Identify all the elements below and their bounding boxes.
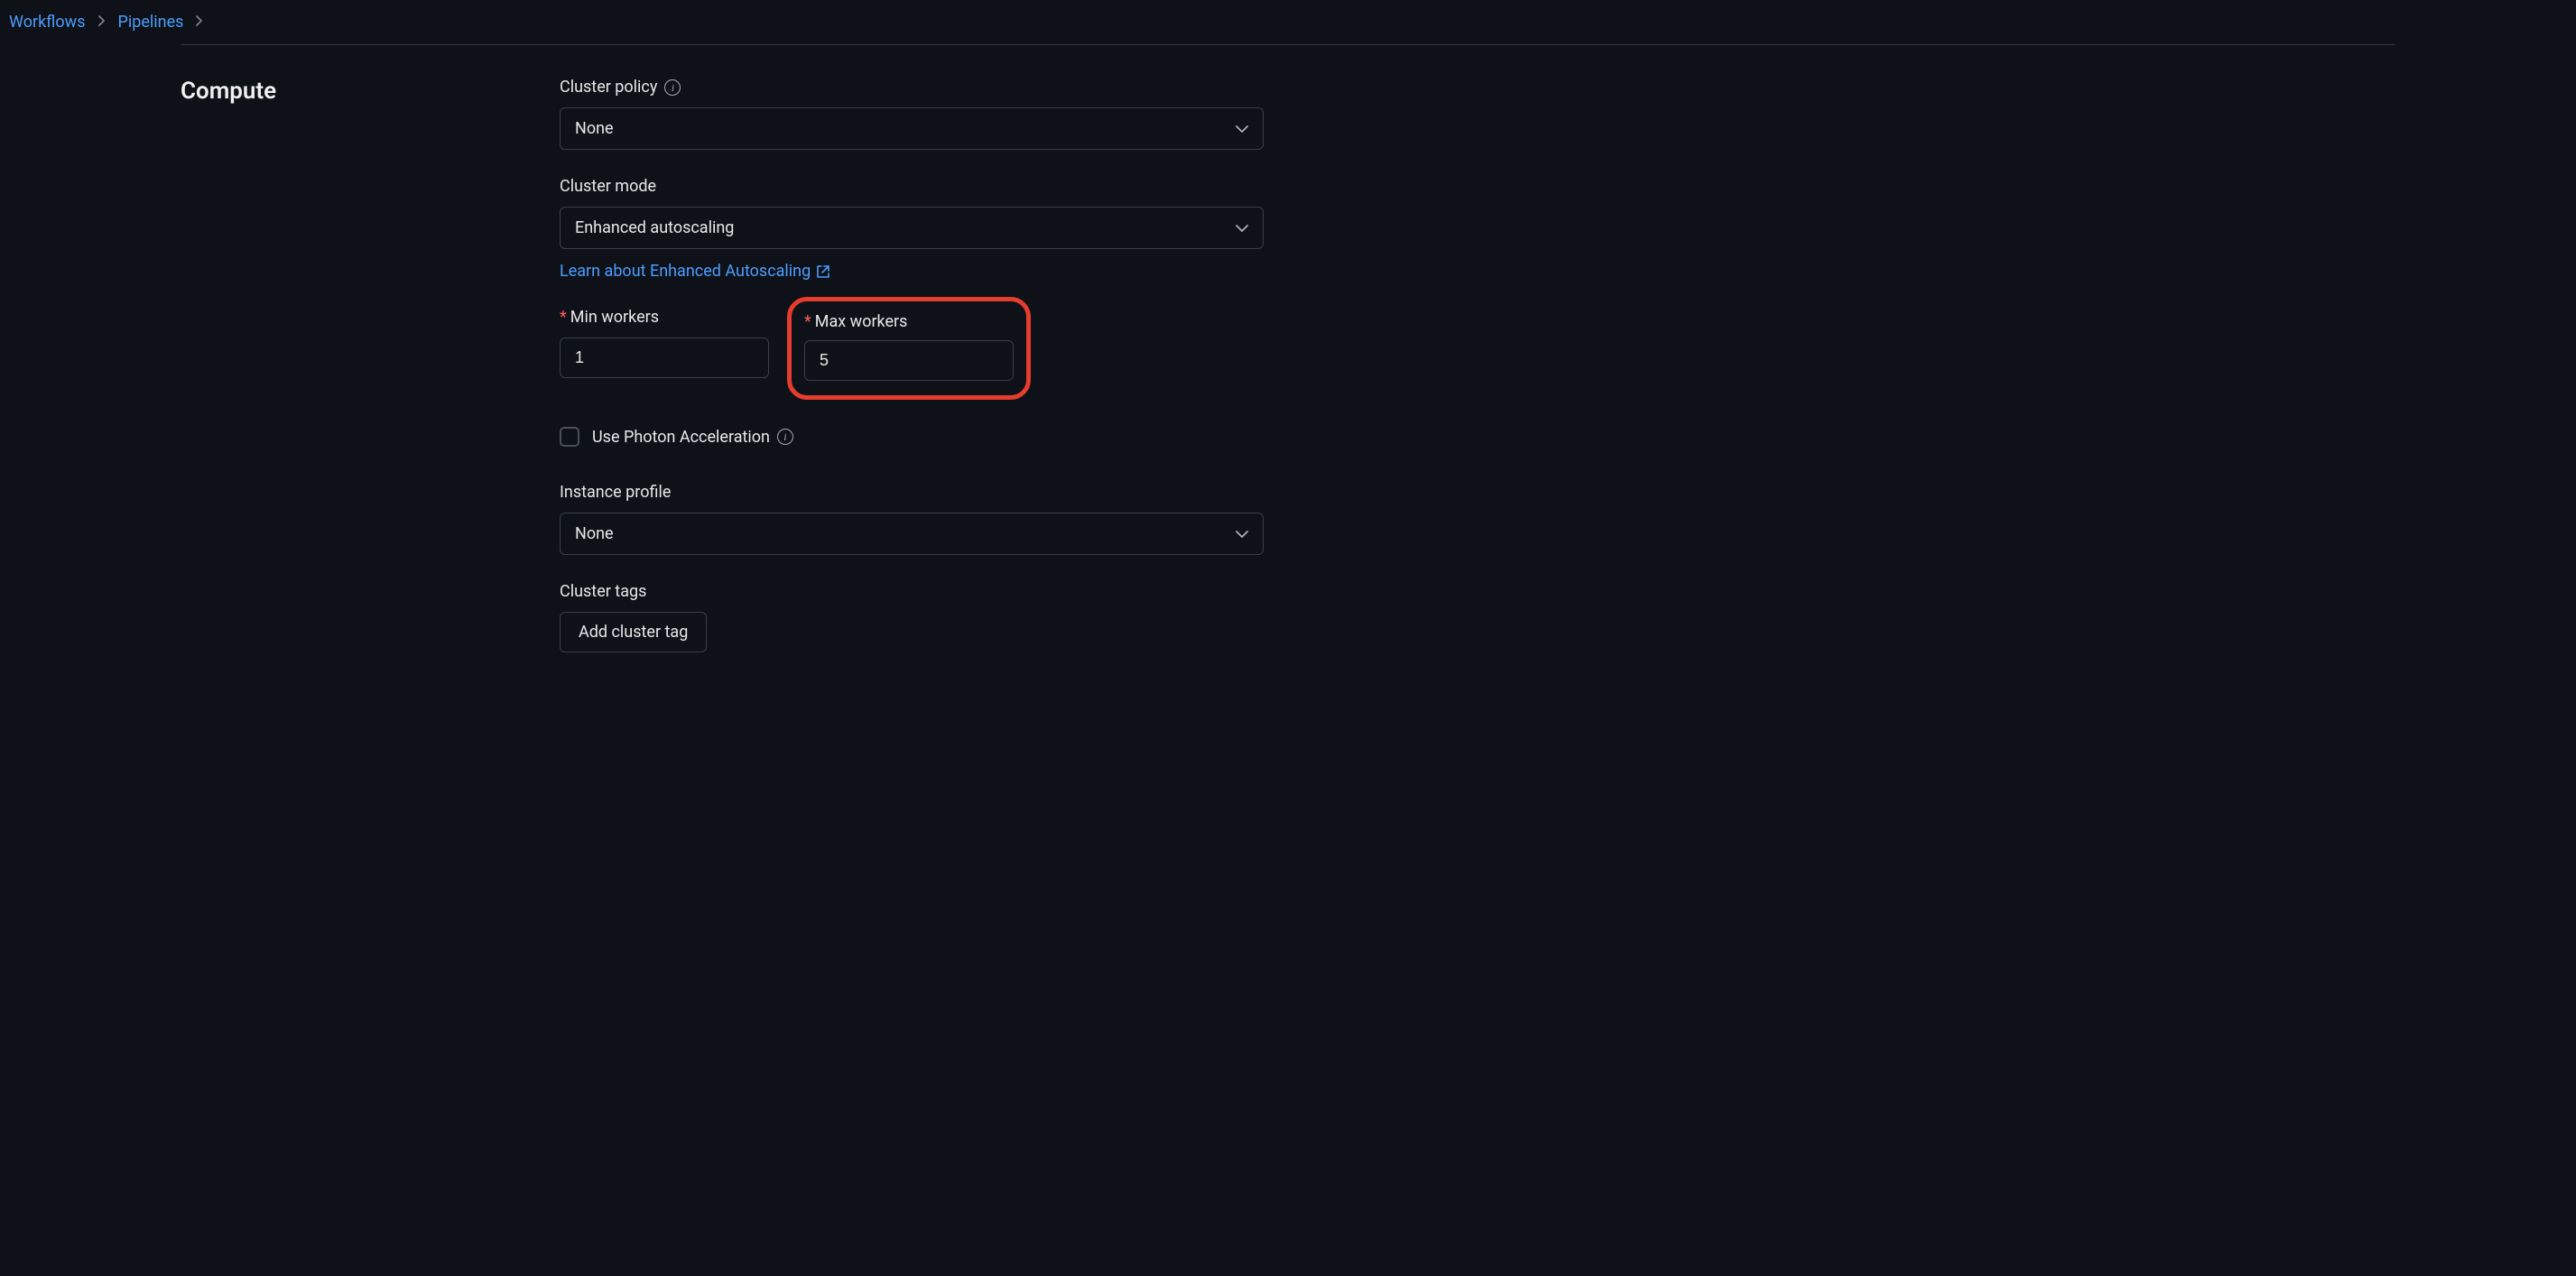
max-workers-field: *Max workers [804, 312, 1014, 381]
min-workers-input[interactable] [560, 337, 769, 378]
photon-label: Use Photon Acceleration [592, 428, 770, 447]
max-workers-input[interactable] [804, 340, 1014, 381]
required-indicator: * [804, 312, 811, 331]
cluster-tags-field: Cluster tags Add cluster tag [560, 582, 1264, 652]
cluster-policy-field: Cluster policy i None [560, 78, 1264, 150]
cluster-mode-label: Cluster mode [560, 177, 656, 196]
info-icon[interactable]: i [777, 429, 793, 445]
chevron-right-icon [196, 15, 203, 30]
max-workers-label: Max workers [815, 312, 908, 331]
instance-profile-value: None [575, 524, 614, 543]
breadcrumb-workflows[interactable]: Workflows [9, 13, 86, 32]
cluster-policy-select[interactable]: None [560, 107, 1264, 150]
required-indicator: * [560, 308, 567, 327]
cluster-policy-value: None [575, 119, 614, 138]
cluster-mode-field: Cluster mode Enhanced autoscaling Learn … [560, 177, 1264, 281]
chevron-down-icon [1236, 119, 1248, 138]
cluster-mode-value: Enhanced autoscaling [575, 218, 734, 237]
cluster-mode-select[interactable]: Enhanced autoscaling [560, 207, 1264, 249]
enhanced-autoscaling-link[interactable]: Learn about Enhanced Autoscaling [560, 262, 830, 281]
enhanced-autoscaling-link-text: Learn about Enhanced Autoscaling [560, 262, 811, 281]
instance-profile-field: Instance profile None [560, 483, 1264, 555]
cluster-policy-label: Cluster policy [560, 78, 657, 97]
instance-profile-select[interactable]: None [560, 513, 1264, 555]
instance-profile-label: Instance profile [560, 483, 671, 502]
breadcrumb-pipelines[interactable]: Pipelines [118, 13, 184, 32]
photon-row: Use Photon Acceleration i [560, 427, 1264, 447]
min-workers-label: Min workers [570, 308, 659, 327]
info-icon[interactable]: i [664, 79, 681, 96]
photon-checkbox[interactable] [560, 427, 579, 447]
section-title: Compute [181, 78, 524, 105]
max-workers-highlight: *Max workers [787, 297, 1031, 400]
external-link-icon [816, 264, 830, 279]
breadcrumb: Workflows Pipelines [0, 0, 2576, 44]
divider [181, 44, 2395, 45]
chevron-down-icon [1236, 524, 1248, 543]
chevron-down-icon [1236, 218, 1248, 237]
add-cluster-tag-button[interactable]: Add cluster tag [560, 612, 707, 652]
min-workers-field: *Min workers [560, 308, 769, 400]
cluster-tags-label: Cluster tags [560, 582, 646, 601]
chevron-right-icon [98, 15, 106, 30]
